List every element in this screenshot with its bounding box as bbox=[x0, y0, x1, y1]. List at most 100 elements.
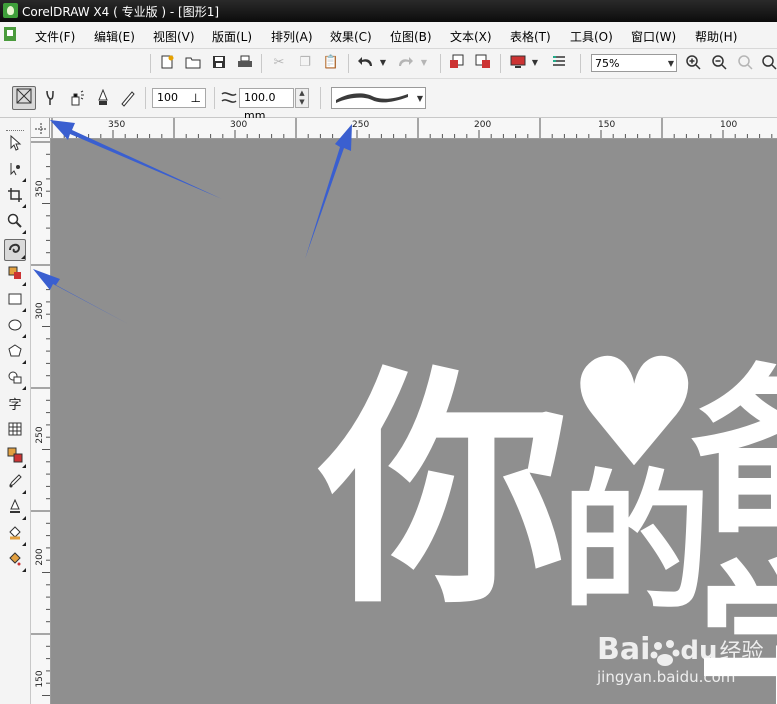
menu-bitmaps[interactable]: 位图(B) bbox=[390, 28, 432, 45]
ruler-label: 150 bbox=[35, 670, 45, 688]
toolbar-separator bbox=[214, 87, 215, 109]
rectangle-tool-icon[interactable] bbox=[4, 291, 26, 313]
export-icon[interactable] bbox=[474, 54, 492, 72]
text-tool-icon[interactable]: 字 bbox=[4, 395, 26, 417]
zoom-to-selected-icon[interactable] bbox=[736, 54, 754, 72]
toolbox-grip[interactable] bbox=[6, 130, 24, 131]
zoom-tool-icon[interactable] bbox=[4, 213, 26, 235]
stroke-width-spinner[interactable]: ▲ ▼ bbox=[295, 88, 309, 108]
undo-icon[interactable] bbox=[357, 54, 375, 72]
stroke-width-field[interactable]: 100.0 mm bbox=[239, 88, 294, 122]
menu-arrange[interactable]: 排列(A) bbox=[271, 28, 313, 45]
undo-dropdown-icon[interactable]: ▼ bbox=[378, 54, 388, 72]
pressure-pen-icon[interactable] bbox=[118, 89, 136, 107]
menu-table[interactable]: 表格(T) bbox=[510, 28, 551, 45]
toolbar-separator bbox=[580, 54, 581, 73]
ruler-label: 250 bbox=[35, 426, 45, 444]
ruler-label: 200 bbox=[474, 120, 492, 130]
shape-tool-icon[interactable] bbox=[4, 161, 26, 183]
menu-edit[interactable]: 编辑(E) bbox=[94, 28, 135, 45]
document-icon[interactable] bbox=[4, 27, 16, 41]
basic-shapes-tool-icon[interactable] bbox=[4, 369, 26, 391]
toolbar-separator bbox=[261, 54, 262, 73]
application-launcher-icon[interactable] bbox=[509, 54, 527, 72]
brush-stroke-list[interactable]: ▼ bbox=[331, 87, 426, 109]
menu-file[interactable]: 文件(F) bbox=[35, 28, 75, 45]
import-icon[interactable] bbox=[448, 54, 466, 72]
pick-tool-icon[interactable] bbox=[4, 134, 26, 157]
freehand-mode-button[interactable] bbox=[12, 86, 36, 110]
baidu-paw-icon bbox=[650, 638, 680, 668]
sprayer-icon[interactable] bbox=[68, 89, 86, 107]
zoom-out-icon[interactable] bbox=[710, 54, 728, 72]
welcome-screen-icon[interactable] bbox=[550, 54, 568, 72]
artwork-char-ni: 你 bbox=[319, 346, 569, 637]
save-icon[interactable] bbox=[210, 54, 228, 72]
copy-icon[interactable]: ❐ bbox=[296, 54, 314, 72]
ruler-label: 300 bbox=[35, 302, 45, 320]
ruler-label: 250 bbox=[352, 120, 370, 130]
ruler-label: 150 bbox=[598, 120, 616, 130]
redo-icon[interactable] bbox=[396, 54, 414, 72]
menu-layout[interactable]: 版面(L) bbox=[212, 28, 252, 45]
redo-dropdown-icon[interactable]: ▼ bbox=[419, 54, 429, 72]
menu-window[interactable]: 窗口(W) bbox=[631, 28, 676, 45]
menu-help[interactable]: 帮助(H) bbox=[695, 28, 737, 45]
slider-toggle-icon[interactable]: ⊥ bbox=[191, 89, 201, 107]
table-tool-icon[interactable] bbox=[4, 421, 26, 443]
toolbox: 字 bbox=[0, 118, 31, 704]
freehand-smoothing-field[interactable]: 100 ⊥ bbox=[152, 88, 206, 108]
zoom-level-select[interactable]: 75% ▼ bbox=[591, 54, 677, 72]
interactive-blend-tool-icon[interactable] bbox=[4, 447, 26, 469]
ellipse-tool-icon[interactable] bbox=[4, 317, 26, 339]
menu-text[interactable]: 文本(X) bbox=[450, 28, 492, 45]
print-icon[interactable] bbox=[236, 54, 254, 72]
menu-bar: 文件(F) 编辑(E) 视图(V) 版面(L) 排列(A) 效果(C) 位图(B… bbox=[0, 22, 777, 49]
horizontal-ruler[interactable]: 350 300 250 200 150 100 bbox=[50, 118, 777, 139]
ruler-label: 350 bbox=[108, 120, 126, 130]
paste-icon[interactable]: 📋 bbox=[322, 54, 340, 72]
horizontal-ruler-ticks bbox=[51, 118, 773, 138]
toolbar-separator bbox=[320, 87, 321, 109]
coreldraw-app-icon bbox=[3, 3, 18, 18]
smart-fill-tool-icon[interactable] bbox=[4, 265, 26, 287]
open-folder-icon[interactable] bbox=[184, 54, 202, 72]
ruler-label: 200 bbox=[35, 548, 45, 566]
stroke-width-icon bbox=[220, 89, 238, 107]
cut-icon[interactable]: ✂ bbox=[270, 54, 288, 72]
toolbar-separator bbox=[440, 54, 441, 73]
property-bar: 100 ⊥ 100.0 mm ▲ ▼ ▼ bbox=[0, 79, 777, 122]
vertical-ruler[interactable]: 350 300 250 200 150 bbox=[31, 138, 51, 704]
ruler-origin[interactable] bbox=[31, 118, 50, 138]
eyedropper-tool-icon[interactable] bbox=[4, 473, 26, 495]
artwork-char-bei: 备 bbox=[691, 364, 777, 544]
launcher-dropdown-icon[interactable]: ▼ bbox=[530, 54, 540, 72]
toolbar-separator bbox=[145, 87, 146, 109]
chevron-down-icon: ▼ bbox=[416, 94, 423, 103]
outline-pen-tool-icon[interactable] bbox=[4, 498, 26, 521]
title-bar: CorelDRAW X4 ( 专业版 ) - [图形1] bbox=[0, 0, 777, 22]
preset-brush-icon[interactable] bbox=[42, 89, 60, 107]
artistic-media-tool-icon[interactable] bbox=[4, 239, 26, 261]
crop-tool-icon[interactable] bbox=[4, 187, 26, 209]
chevron-down-icon: ▼ bbox=[667, 59, 674, 68]
standard-toolbar: ✂ ❐ 📋 ▼ ▼ ▼ 75% ▼ bbox=[0, 49, 777, 79]
zoom-to-all-objects-icon[interactable] bbox=[760, 54, 777, 72]
ruler-label: 300 bbox=[230, 120, 248, 130]
menu-effects[interactable]: 效果(C) bbox=[330, 28, 372, 45]
menu-tools[interactable]: 工具(O) bbox=[570, 28, 613, 45]
watermark-cn: 经验 bbox=[719, 640, 764, 665]
calligraphic-pen-icon[interactable] bbox=[94, 88, 112, 107]
toolbar-separator bbox=[348, 54, 349, 73]
new-document-icon[interactable] bbox=[158, 54, 176, 72]
artwork-char-de: 的 bbox=[561, 457, 712, 631]
fill-tool-icon[interactable] bbox=[4, 525, 26, 547]
menu-view[interactable]: 视图(V) bbox=[153, 28, 195, 45]
zoom-in-icon[interactable] bbox=[684, 54, 702, 72]
toolbar-separator bbox=[500, 54, 501, 73]
watermark-url: jingyan.baidu.com bbox=[597, 668, 736, 686]
interactive-fill-tool-icon[interactable] bbox=[4, 551, 26, 573]
polygon-tool-icon[interactable] bbox=[4, 343, 26, 365]
ruler-label: 100 bbox=[720, 120, 738, 130]
drawing-canvas[interactable]: 你 ♥ 的 备 学 Baidu经验 jingyan.baidu.com bbox=[51, 139, 777, 704]
